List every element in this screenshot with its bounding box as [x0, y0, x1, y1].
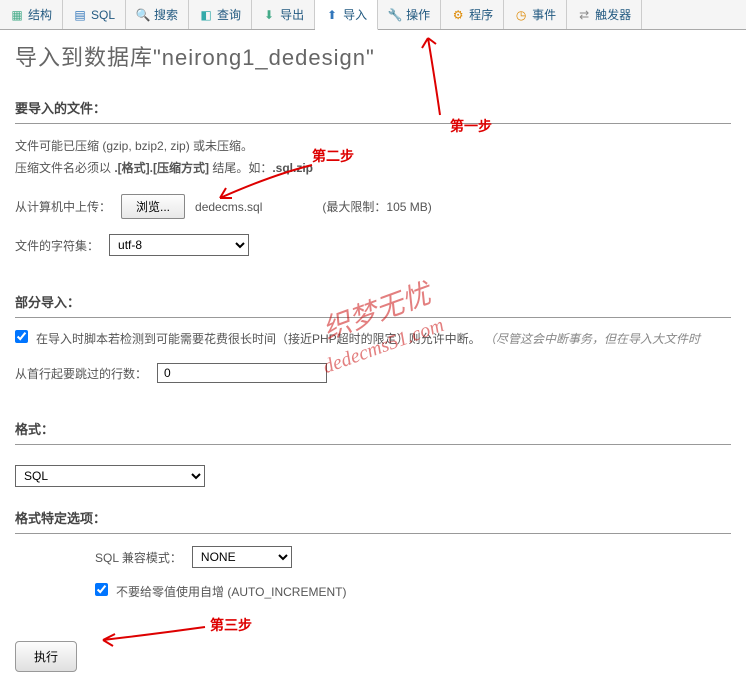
auto-inc-row: 不要给零值使用自增 (AUTO_INCREMENT)	[95, 583, 731, 601]
help-bold2: .sql.zip	[272, 161, 313, 175]
structure-icon: ▦	[10, 8, 24, 22]
section-partial-import: 部分导入： 在导入时脚本若检测到可能需要花费很长时间（接近PHP超时的限定）则允…	[0, 286, 746, 413]
tab-query[interactable]: ◧ 查询	[189, 0, 252, 29]
events-icon: ◷	[514, 8, 528, 22]
section-header-options: 格式特定选项：	[15, 502, 731, 534]
tab-label: 查询	[217, 6, 241, 23]
upload-row: 从计算机中上传： 浏览... dedecms.sql (最大限制：105 MB)	[15, 194, 731, 219]
nav-tabs: ▦ 结构 ▤ SQL 🔍 搜索 ◧ 查询 ⬇ 导出 ⬆ 导入 🔧 操作 ⚙ 程序…	[0, 0, 746, 30]
format-select[interactable]: SQL	[15, 465, 205, 487]
tab-label: 触发器	[595, 6, 631, 23]
compat-label: SQL 兼容模式：	[95, 549, 182, 566]
section-header-partial: 部分导入：	[15, 286, 731, 318]
execute-button[interactable]: 执行	[15, 641, 77, 672]
upload-label: 从计算机中上传：	[15, 198, 111, 215]
tab-sql[interactable]: ▤ SQL	[63, 0, 126, 29]
tab-structure[interactable]: ▦ 结构	[0, 0, 63, 29]
tab-label: 导入	[343, 6, 367, 23]
tab-label: 程序	[469, 6, 493, 23]
auto-inc-text: 不要给零值使用自增 (AUTO_INCREMENT)	[116, 583, 346, 601]
section-format-options: 格式特定选项： SQL 兼容模式： NONE 不要给零值使用自增 (AUTO_I…	[0, 502, 746, 631]
routines-icon: ⚙	[451, 8, 465, 22]
tab-triggers[interactable]: ⇄ 触发器	[567, 0, 642, 29]
tab-export[interactable]: ⬇ 导出	[252, 0, 315, 29]
query-icon: ◧	[199, 8, 213, 22]
sql-icon: ▤	[73, 8, 87, 22]
operations-icon: 🔧	[388, 8, 402, 22]
help-line1: 文件可能已压缩 (gzip, bzip2, zip) 或未压缩。	[15, 139, 253, 153]
upload-limit: (最大限制：105 MB)	[322, 198, 431, 215]
help-prefix: 压缩文件名必须以	[15, 161, 114, 175]
tab-label: 事件	[532, 6, 556, 23]
tab-label: 操作	[406, 6, 430, 23]
section-file-import: 要导入的文件： 文件可能已压缩 (gzip, bzip2, zip) 或未压缩。…	[0, 92, 746, 286]
skip-rows-row: 从首行起要跳过的行数：	[15, 363, 731, 383]
search-icon: 🔍	[136, 8, 150, 22]
tab-import[interactable]: ⬆ 导入	[315, 0, 378, 30]
allow-interrupt-row: 在导入时脚本若检测到可能需要花费很长时间（接近PHP超时的限定）则允许中断。 （…	[15, 330, 731, 348]
triggers-icon: ⇄	[577, 8, 591, 22]
charset-row: 文件的字符集： utf-8	[15, 234, 731, 256]
compat-select[interactable]: NONE	[192, 546, 292, 568]
skip-rows-input[interactable]	[157, 363, 327, 383]
selected-file: dedecms.sql	[195, 200, 262, 214]
cb-note: （尽管这会中断事务，但在导入大文件时	[484, 332, 700, 346]
tab-label: 导出	[280, 6, 304, 23]
section-header-file: 要导入的文件：	[15, 92, 731, 124]
charset-select[interactable]: utf-8	[109, 234, 249, 256]
compat-row: SQL 兼容模式： NONE	[95, 546, 731, 568]
browse-button[interactable]: 浏览...	[121, 194, 185, 219]
tab-routines[interactable]: ⚙ 程序	[441, 0, 504, 29]
tab-label: 结构	[28, 6, 52, 23]
tab-events[interactable]: ◷ 事件	[504, 0, 567, 29]
tab-label: 搜索	[154, 6, 178, 23]
help-bold: .[格式].[压缩方式]	[114, 161, 209, 175]
allow-interrupt-checkbox[interactable]	[15, 330, 28, 343]
help-mid: 结尾。如：	[209, 161, 272, 175]
section-format: 格式： SQL	[0, 413, 746, 502]
skip-rows-label: 从首行起要跳过的行数：	[15, 365, 147, 382]
export-icon: ⬇	[262, 8, 276, 22]
import-icon: ⬆	[325, 8, 339, 22]
tab-label: SQL	[91, 8, 115, 22]
tab-operations[interactable]: 🔧 操作	[378, 0, 441, 29]
page-title: 导入到数据库"neirong1_dedesign"	[0, 30, 746, 92]
cb-main: 在导入时脚本若检测到可能需要花费很长时间（接近PHP超时的限定）则允许中断。	[36, 332, 481, 346]
help-text: 文件可能已压缩 (gzip, bzip2, zip) 或未压缩。 压缩文件名必须…	[15, 136, 731, 179]
allow-interrupt-text: 在导入时脚本若检测到可能需要花费很长时间（接近PHP超时的限定）则允许中断。 （…	[36, 330, 700, 348]
section-header-format: 格式：	[15, 413, 731, 445]
charset-label: 文件的字符集：	[15, 237, 99, 254]
tab-search[interactable]: 🔍 搜索	[126, 0, 189, 29]
auto-inc-checkbox[interactable]	[95, 583, 108, 596]
